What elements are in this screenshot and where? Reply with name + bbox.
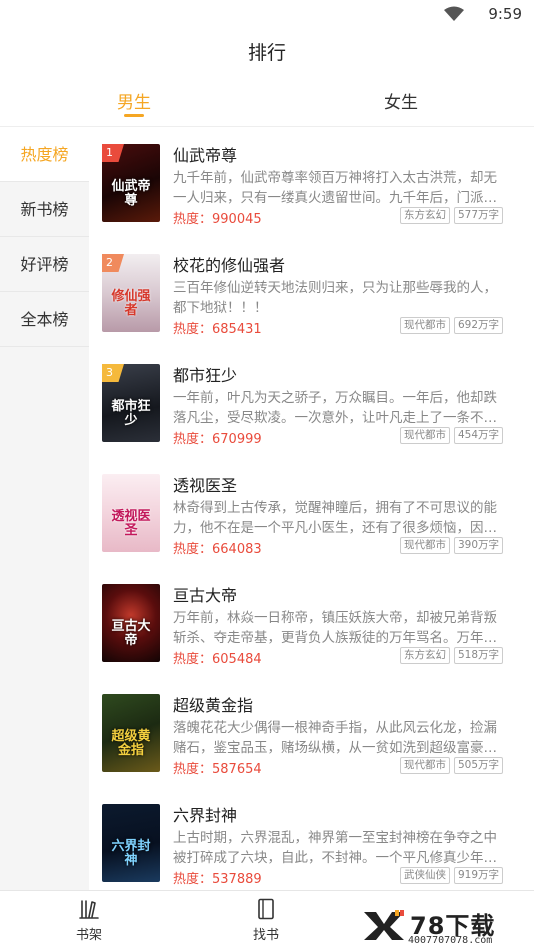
- heat-label: 热度：: [173, 212, 213, 227]
- word-count-tag: 454万字: [453, 427, 503, 444]
- book-tags: 现代都市 505万字: [399, 757, 503, 774]
- book-title[interactable]: 超级黄金指: [173, 692, 253, 716]
- book-list: 仙武帝尊 1 仙武帝尊 九千年前，仙武帝尊率领百万神将打入太古洪荒，却无一人归来…: [89, 126, 534, 890]
- nav-bookshelf[interactable]: 书架: [59, 897, 119, 943]
- cover-title: 修仙强者: [111, 289, 151, 318]
- bookshelf-icon: [79, 900, 99, 919]
- gender-tabs: 男生 女生: [0, 84, 534, 126]
- sidebar-item-complete[interactable]: 全本榜: [0, 292, 89, 347]
- heat-label: 热度：: [173, 432, 213, 447]
- heat-value: 537889: [212, 872, 262, 887]
- site-watermark: 78下载 4007707078.com: [362, 906, 528, 948]
- book-description: 一年前，叶凡为天之骄子，万众瞩目。一年后，他却跌落凡尘，受尽欺凌。一次意外，让叶…: [173, 390, 497, 426]
- status-bar: 9:59: [0, 0, 534, 28]
- page-title: 排行: [247, 42, 286, 64]
- cover-title: 透视医圣: [111, 509, 151, 538]
- book-tags: 现代都市 692万字: [399, 317, 503, 334]
- word-count-tag: 505万字: [453, 757, 503, 774]
- genre-tag: 现代都市: [399, 757, 450, 774]
- word-count-tag: 577万字: [453, 207, 503, 224]
- genre-tag: 现代都市: [399, 427, 450, 444]
- book-description: 万年前，林焱一日称帝，镇压妖族大帝，却被兄弟背叛斩杀、夺走帝基，更背负人族叛徒的…: [173, 610, 497, 646]
- cover-title: 仙武帝尊: [111, 179, 151, 208]
- tab-female[interactable]: 女生: [361, 88, 441, 113]
- genre-tag: 现代都市: [399, 537, 450, 554]
- book-description: 落魄花花大少偶得一根神奇手指，从此风云化龙，捡漏赌石，鉴宝品玉，赌场纵横，从一贫…: [173, 720, 497, 756]
- heat-value: 664083: [212, 542, 262, 557]
- heat-count: 热度：990045: [173, 208, 262, 227]
- book-description: 上古时期，六界混乱，神界第一至宝封神榜在争夺之中被打碎成了六块，自此，不封神。一…: [173, 830, 497, 866]
- heat-label: 热度：: [173, 762, 213, 777]
- book-title[interactable]: 透视医圣: [173, 472, 237, 496]
- active-tab-indicator: [124, 114, 144, 117]
- nav-find-books[interactable]: 找书: [236, 897, 296, 943]
- book-item[interactable]: 仙武帝尊 1 仙武帝尊 九千年前，仙武帝尊率领百万神将打入太古洪荒，却无一人归来…: [89, 127, 534, 237]
- book-item[interactable]: 透视医圣 透视医圣 林奇得到上古传承，觉醒神瞳后，拥有了不可思议的能力，他不在是…: [89, 457, 534, 567]
- genre-tag: 东方玄幻: [399, 207, 450, 224]
- word-count-tag: 390万字: [453, 537, 503, 554]
- genre-tag: 武侠仙侠: [399, 867, 450, 884]
- book-description: 三百年修仙逆转天地法则归来，只为让那些辱我的人，都下地狱！！！: [173, 280, 497, 316]
- heat-value: 685431: [212, 322, 262, 337]
- book-item[interactable]: 超级黄金指 超级黄金指 落魄花花大少偶得一根神奇手指，从此风云化龙，捡漏赌石，鉴…: [89, 677, 534, 787]
- heat-value: 990045: [212, 212, 262, 227]
- book-icon: [258, 898, 274, 920]
- heat-value: 670999: [212, 432, 262, 447]
- heat-label: 热度：: [173, 872, 213, 887]
- tab-male[interactable]: 男生: [94, 88, 174, 113]
- genre-tag: 东方玄幻: [399, 647, 450, 664]
- watermark-phone: 4007707078.com: [408, 935, 493, 946]
- book-description: 林奇得到上古传承，觉醒神瞳后，拥有了不可思议的能力，他不在是一个平凡小医生，还有…: [173, 500, 497, 536]
- wifi-icon: [444, 6, 464, 21]
- book-cover[interactable]: 六界封神: [102, 804, 160, 882]
- heat-count: 热度：605484: [173, 648, 262, 667]
- word-count-tag: 692万字: [453, 317, 503, 334]
- book-title[interactable]: 亘古大帝: [173, 582, 237, 606]
- book-title[interactable]: 六界封神: [173, 802, 237, 826]
- word-count-tag: 919万字: [453, 867, 503, 884]
- cover-title: 六界封神: [111, 839, 151, 868]
- sidebar-item-rated[interactable]: 好评榜: [0, 237, 89, 292]
- sidebar-item-new[interactable]: 新书榜: [0, 182, 89, 237]
- heat-count: 热度：685431: [173, 318, 262, 337]
- book-description: 九千年前，仙武帝尊率领百万神将打入太古洪荒，却无一人归来，只有一缕真火遗留世间。…: [173, 170, 497, 206]
- word-count-tag: 518万字: [453, 647, 503, 664]
- heat-label: 热度：: [173, 322, 213, 337]
- heat-label: 热度：: [173, 652, 213, 667]
- book-tags: 东方玄幻 518万字: [399, 647, 503, 664]
- book-tags: 现代都市 390万字: [399, 537, 503, 554]
- genre-tag: 现代都市: [399, 317, 450, 334]
- book-title[interactable]: 仙武帝尊: [173, 142, 237, 166]
- heat-count: 热度：587654: [173, 758, 262, 777]
- watermark-logo-icon: [364, 910, 404, 940]
- heat-value: 587654: [212, 762, 262, 777]
- nav-bookshelf-label: 书架: [75, 928, 102, 943]
- cover-title: 超级黄金指: [111, 729, 151, 758]
- book-item[interactable]: 亘古大帝 亘古大帝 万年前，林焱一日称帝，镇压妖族大帝，却被兄弟背叛斩杀、夺走帝…: [89, 567, 534, 677]
- heat-count: 热度：664083: [173, 538, 262, 557]
- book-item[interactable]: 六界封神 六界封神 上古时期，六界混乱，神界第一至宝封神榜在争夺之中被打碎成了六…: [89, 787, 534, 890]
- book-tags: 武侠仙侠 919万字: [399, 867, 503, 884]
- heat-value: 605484: [212, 652, 262, 667]
- book-tags: 现代都市 454万字: [399, 427, 503, 444]
- nav-find-books-label: 找书: [252, 928, 279, 943]
- book-cover[interactable]: 透视医圣: [102, 474, 160, 552]
- sidebar-item-hot[interactable]: 热度榜: [0, 127, 89, 182]
- book-cover[interactable]: 超级黄金指: [102, 694, 160, 772]
- cover-title: 都市狂少: [111, 399, 151, 428]
- book-title[interactable]: 校花的修仙强者: [173, 252, 285, 276]
- heat-count: 热度：670999: [173, 428, 262, 447]
- book-item[interactable]: 修仙强者 2 校花的修仙强者 三百年修仙逆转天地法则归来，只为让那些辱我的人，都…: [89, 237, 534, 347]
- ranking-sidebar: 热度榜 新书榜 好评榜 全本榜: [0, 126, 89, 890]
- book-title[interactable]: 都市狂少: [173, 362, 237, 386]
- cover-title: 亘古大帝: [111, 619, 151, 648]
- book-tags: 东方玄幻 577万字: [399, 207, 503, 224]
- heat-label: 热度：: [173, 542, 213, 557]
- book-cover[interactable]: 亘古大帝: [102, 584, 160, 662]
- heat-count: 热度：537889: [173, 868, 262, 887]
- book-item[interactable]: 都市狂少 3 都市狂少 一年前，叶凡为天之骄子，万众瞩目。一年后，他却跌落凡尘，…: [89, 347, 534, 457]
- status-time: 9:59: [488, 5, 522, 23]
